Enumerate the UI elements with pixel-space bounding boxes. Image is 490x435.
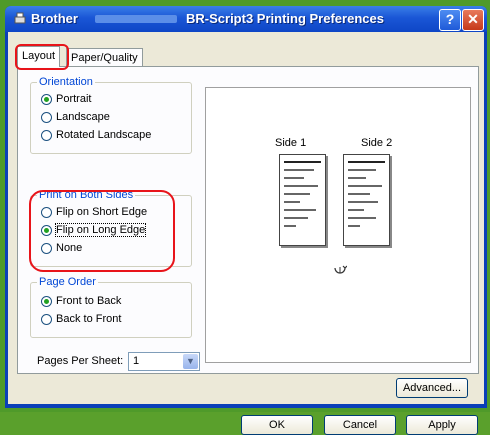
page-header-line	[348, 161, 385, 163]
page-line	[348, 217, 376, 219]
radio-label: Back to Front	[56, 313, 122, 325]
page-side2-icon	[343, 154, 390, 246]
page-line	[348, 201, 378, 203]
page-line	[348, 209, 364, 211]
side1-label: Side 1	[275, 137, 307, 149]
page-line	[284, 193, 310, 195]
page-line	[284, 225, 296, 227]
radio-portrait[interactable]: Portrait	[41, 91, 91, 107]
ok-button[interactable]: OK	[241, 415, 313, 435]
page-line	[284, 185, 318, 187]
radio-icon	[41, 111, 52, 123]
radio-label: Portrait	[56, 93, 92, 105]
dialog-body: Layout Paper/Quality Orientation Portrai…	[8, 32, 484, 435]
radio-label: Landscape	[56, 111, 110, 123]
page-side1-icon	[279, 154, 326, 246]
page-line	[348, 193, 370, 195]
pages-per-sheet-select[interactable]: 1 ▼	[128, 352, 200, 371]
page-line	[284, 209, 316, 211]
radio-icon	[41, 93, 52, 105]
radio-back-to-front[interactable]: Back to Front	[41, 311, 121, 327]
radio-rotated-landscape[interactable]: Rotated Landscape	[41, 127, 151, 143]
chevron-down-icon[interactable]: ▼	[183, 354, 198, 369]
page-line	[284, 201, 300, 203]
radio-label: Rotated Landscape	[56, 129, 152, 141]
help-button[interactable]: ?	[439, 9, 461, 31]
page-line	[348, 225, 360, 227]
pages-per-sheet-label: Pages Per Sheet:	[37, 355, 124, 367]
radio-front-to-back[interactable]: Front to Back	[41, 293, 121, 309]
side2-label: Side 2	[361, 137, 393, 149]
close-button[interactable]: ✕	[462, 9, 484, 31]
cancel-button[interactable]: Cancel	[324, 415, 396, 435]
radio-icon	[41, 313, 52, 325]
page-line	[348, 185, 382, 187]
title-bar[interactable]: Brother BR-Script3 Printing Preferences …	[5, 6, 487, 32]
radio-label: Front to Back	[56, 295, 122, 307]
page-line	[348, 177, 366, 179]
page-line	[284, 217, 308, 219]
tab-paper-quality[interactable]: Paper/Quality	[66, 48, 143, 67]
both-sides-highlight	[29, 190, 175, 272]
flip-arrow-icon	[334, 265, 347, 274]
radio-icon	[41, 295, 52, 307]
pages-per-sheet-value: 1	[133, 355, 140, 367]
orientation-title: Orientation	[37, 76, 95, 88]
window-title: BR-Script3 Printing Preferences	[186, 11, 384, 26]
printing-preferences-dialog: Brother BR-Script3 Printing Preferences …	[5, 6, 487, 435]
window-title-brand: Brother	[31, 11, 78, 26]
orientation-group: Orientation Portrait Landscape Rotated L…	[30, 76, 192, 154]
layout-tab-highlight	[15, 44, 69, 70]
page-line	[284, 169, 314, 171]
apply-button[interactable]: Apply	[406, 415, 478, 435]
page-order-title: Page Order	[37, 276, 98, 288]
radio-icon	[41, 129, 52, 141]
page-header-line	[284, 161, 321, 163]
page-line	[284, 177, 304, 179]
duplex-preview: Side 1 Side 2	[205, 87, 471, 363]
advanced-button[interactable]: Advanced...	[396, 378, 468, 398]
printer-icon	[14, 12, 26, 24]
radio-landscape[interactable]: Landscape	[41, 109, 110, 125]
page-order-group: Page Order Front to Back Back to Front	[30, 276, 192, 338]
redacted-model-name	[95, 15, 177, 23]
page-line	[348, 169, 376, 171]
